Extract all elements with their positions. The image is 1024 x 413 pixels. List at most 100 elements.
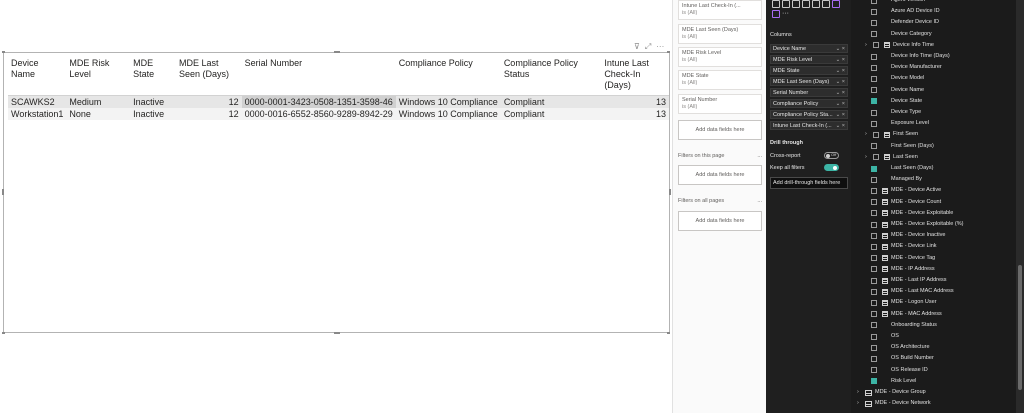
chevron-down-icon[interactable]: ⌄ ×	[836, 112, 845, 118]
power-apps-icon[interactable]	[812, 0, 820, 8]
field-list-item[interactable]: OS Build Number	[871, 353, 934, 364]
field-checkbox[interactable]	[871, 322, 877, 329]
add-visual-filter-field[interactable]: Add data fields here	[678, 120, 762, 140]
chevron-down-icon[interactable]: ⌄ ×	[836, 90, 845, 96]
field-list-item[interactable]: MDE - Device Exploitable	[871, 208, 953, 219]
column-well-item[interactable]: Device Name ⌄ ×	[770, 44, 848, 53]
scrollbar-thumb[interactable]	[1018, 265, 1022, 390]
field-checkbox[interactable]	[871, 243, 877, 250]
paginated-report-icon[interactable]	[802, 0, 810, 8]
field-list-item[interactable]: MDE - Last MAC Address	[871, 286, 954, 297]
field-list-item[interactable]: MDE - Device Link	[871, 241, 937, 252]
cell-serial-number[interactable]: 0000-0001-3423-0508-1351-3598-46	[241, 95, 396, 108]
column-header-mde-risk-level[interactable]: MDE Risk Level	[66, 58, 130, 96]
resize-handle-corner[interactable]	[667, 51, 670, 53]
field-checkbox[interactable]	[871, 221, 877, 228]
cell-mde-risk-level[interactable]: None	[66, 108, 131, 120]
field-checkbox[interactable]	[871, 143, 877, 150]
more-options-icon[interactable]: ···	[656, 42, 664, 52]
column-well-item[interactable]: MDE Last Seen (Days) ⌄ ×	[770, 77, 848, 86]
resize-handle-corner[interactable]	[667, 332, 670, 334]
field-checkbox[interactable]	[871, 288, 877, 295]
field-checkbox[interactable]	[871, 355, 877, 362]
field-checkbox[interactable]	[871, 299, 877, 306]
keep-all-filters-toggle[interactable]	[824, 164, 839, 171]
column-header-mde-state[interactable]: MDE State	[130, 58, 176, 96]
cell-mde-state[interactable]: Inactive	[130, 95, 176, 108]
page-icon[interactable]	[772, 0, 780, 8]
field-list-item[interactable]: Last Seen (Days)	[871, 163, 934, 174]
resize-handle-corner[interactable]	[2, 51, 5, 53]
field-list-item[interactable]: › First Seen	[865, 129, 918, 140]
column-header-mde-last-seen[interactable]: MDE Last Seen (Days)	[176, 58, 242, 96]
field-checkbox[interactable]	[871, 53, 877, 60]
table-row[interactable]: Workstation1 None Inactive 12 0000-0016-…	[8, 108, 669, 120]
field-checkbox[interactable]	[871, 187, 877, 194]
cell-mde-risk-level[interactable]: Medium	[66, 95, 131, 108]
field-list-item[interactable]: Azure AD Device ID	[871, 6, 940, 17]
field-list-item[interactable]: Device Type	[871, 107, 921, 118]
cross-report-toggle[interactable]: Off	[824, 152, 839, 159]
field-list-item[interactable]: Onboarding Status	[871, 320, 937, 331]
table-row[interactable]: SCAWKS2 Medium Inactive 12 0000-0001-342…	[8, 95, 669, 108]
field-checkbox[interactable]	[871, 31, 877, 38]
filter-card[interactable]: MDE Risk Level is (All)	[678, 47, 762, 67]
field-checkbox[interactable]	[871, 8, 877, 15]
field-list-item[interactable]: Defender Device ID	[871, 17, 939, 28]
power-automate-flow-icon[interactable]	[772, 10, 780, 18]
chevron-right-icon[interactable]: ›	[857, 398, 863, 409]
cell-intune-last-check-in[interactable]: 13	[601, 108, 669, 120]
filter-card[interactable]: MDE State is (All)	[678, 70, 762, 90]
focus-mode-icon[interactable]: ⤢	[645, 42, 651, 52]
more-options-icon[interactable]: ...	[757, 153, 762, 159]
column-well-item[interactable]: Compliance Policy Sta... ⌄ ×	[770, 110, 848, 119]
cell-compliance-policy-status[interactable]: Compliant	[500, 108, 602, 120]
field-list-item[interactable]: Device Info Time (Days)	[871, 51, 950, 62]
table-list-item[interactable]: › MDE - Device Group	[857, 387, 926, 398]
filter-card[interactable]: MDE Last Seen (Days) is (All)	[678, 24, 762, 44]
column-well-item[interactable]: Compliance Policy ⌄ ×	[770, 99, 848, 108]
field-list-item[interactable]: Device State	[871, 96, 922, 107]
field-list-item[interactable]: MDE - Logon User	[871, 297, 937, 308]
table-list-item[interactable]: › MDE - Device Network	[857, 398, 931, 409]
python-visual-icon[interactable]	[782, 0, 790, 8]
field-list-item[interactable]: › Device Info Time	[865, 40, 934, 51]
chevron-right-icon[interactable]: ›	[865, 40, 871, 51]
cell-compliance-policy[interactable]: Windows 10 Compliance	[395, 95, 501, 108]
field-checkbox[interactable]	[871, 120, 877, 127]
field-list-item[interactable]: MDE - Last IP Address	[871, 275, 947, 286]
field-checkbox[interactable]	[871, 0, 877, 4]
field-list-item[interactable]: MDE - Device Tag	[871, 253, 935, 264]
field-checkbox[interactable]	[871, 277, 877, 284]
cell-device-name[interactable]: Workstation1	[8, 108, 67, 120]
chevron-right-icon[interactable]: ›	[865, 129, 871, 140]
chevron-down-icon[interactable]: ⌄ ×	[836, 101, 845, 107]
add-report-filter-field[interactable]: Add data fields here	[678, 211, 762, 231]
field-checkbox[interactable]	[871, 165, 877, 172]
chevron-down-icon[interactable]: ⌄ ×	[836, 57, 845, 63]
column-header-compliance-policy-status[interactable]: Compliance Policy Status	[501, 58, 602, 96]
field-list-item[interactable]: First Seen (Days)	[871, 141, 934, 152]
filter-card[interactable]: Intune Last Check-In (... is (All)	[678, 0, 762, 20]
more-options-icon[interactable]: ...	[757, 198, 762, 204]
chevron-right-icon[interactable]: ›	[857, 387, 863, 398]
field-list-item[interactable]: Exposure Level	[871, 118, 929, 129]
column-header-compliance-policy[interactable]: Compliance Policy	[396, 58, 501, 96]
chevron-down-icon[interactable]: ⌄ ×	[836, 68, 845, 74]
field-list-item[interactable]: MDE - Device Inactive	[871, 230, 945, 241]
field-list-item[interactable]: OS Release ID	[871, 365, 928, 376]
field-checkbox[interactable]	[871, 378, 877, 385]
field-checkbox[interactable]	[871, 311, 877, 318]
chevron-down-icon[interactable]: ⌄ ×	[836, 46, 845, 52]
field-checkbox[interactable]	[873, 154, 879, 161]
r-visual-icon[interactable]	[792, 0, 800, 8]
field-list-item[interactable]: Device Category	[871, 29, 932, 40]
chevron-right-icon[interactable]: ›	[865, 152, 871, 163]
cell-mde-last-seen[interactable]: 12	[175, 108, 242, 120]
table-visual[interactable]: Device Name MDE Risk Level MDE State MDE…	[3, 52, 670, 333]
filter-icon[interactable]: ⊽	[634, 42, 640, 52]
field-list-item[interactable]: OS	[871, 331, 899, 342]
field-checkbox[interactable]	[871, 266, 877, 273]
cell-mde-state[interactable]: Inactive	[130, 108, 176, 120]
field-checkbox[interactable]	[871, 109, 877, 116]
